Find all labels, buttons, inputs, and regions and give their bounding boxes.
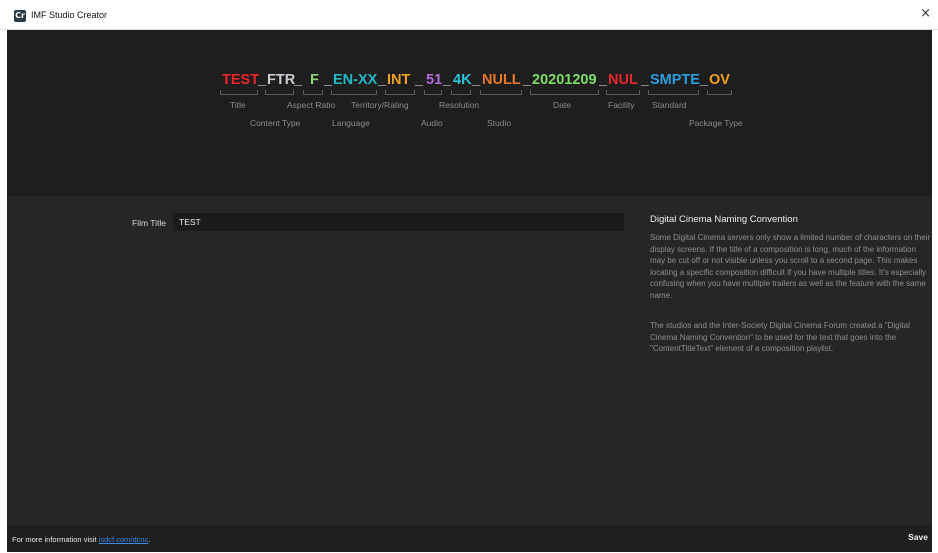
label-language: Language — [332, 118, 370, 128]
footer-info-trailing: . — [148, 535, 151, 544]
label-date: Date — [553, 100, 571, 110]
save-button[interactable]: Save — [908, 532, 928, 542]
segment-content-type: FTR — [267, 72, 296, 88]
segment-package-type: OV — [709, 72, 730, 88]
bracket-studio — [480, 90, 522, 95]
label-studio: Studio — [487, 118, 512, 128]
segment-aspect-ratio: F — [310, 72, 319, 88]
segment-language: EN-XX — [333, 72, 378, 88]
separator: _ — [324, 72, 333, 88]
segment-audio: 51 — [426, 72, 443, 88]
help-paragraph-2: The studios and the Inter-Society Digita… — [650, 321, 910, 354]
bracket-aspect-ratio — [303, 90, 323, 95]
segment-date: 20201209 — [532, 72, 597, 88]
separator: _ — [641, 72, 650, 88]
separator: _ — [700, 72, 709, 88]
close-icon[interactable]: × — [920, 7, 931, 20]
bracket-title — [220, 90, 258, 95]
bracket-package-type — [707, 90, 732, 95]
film-title-label: Film Title — [132, 218, 166, 228]
label-facility: Facility — [608, 100, 635, 110]
separator: _ — [523, 72, 532, 88]
bracket-territory-rating — [385, 90, 415, 95]
app-icon: Cr — [14, 10, 26, 22]
segment-title: TEST — [222, 72, 260, 88]
separator: _ — [258, 72, 267, 88]
label-resolution: Resolution — [439, 100, 480, 110]
label-aspect-ratio: Aspect Ratio — [287, 100, 336, 110]
label-title: Title — [230, 100, 246, 110]
segment-facility: NUL — [608, 72, 638, 88]
separator: _ — [294, 72, 303, 88]
bracket-content-type — [265, 90, 294, 95]
segment-standard: SMPTE — [650, 72, 700, 88]
label-territory-rating: Territory/Rating — [351, 100, 409, 110]
main-window: TEST _ FTR _ F _ EN-XX _ INT _ 51 _ 4K _… — [7, 30, 932, 552]
segment-studio: NULL — [482, 72, 521, 88]
help-title: Digital Cinema Naming Convention — [650, 214, 798, 225]
footer-info: For more information visit isdcf.com/dcn… — [12, 535, 150, 544]
separator: _ — [415, 72, 424, 88]
window-title: IMF Studio Creator — [31, 10, 108, 20]
bracket-language — [331, 90, 377, 95]
bracket-date — [530, 90, 599, 95]
label-audio: Audio — [421, 118, 443, 128]
separator: _ — [443, 72, 452, 88]
isdcf-link[interactable]: isdcf.com/dcnc — [99, 535, 149, 544]
bracket-standard — [648, 90, 699, 95]
segment-resolution: 4K — [453, 72, 472, 88]
separator: _ — [378, 72, 387, 88]
film-title-input[interactable] — [173, 213, 624, 231]
separator: _ — [472, 72, 481, 88]
naming-convention-banner: TEST _ FTR _ F _ EN-XX _ INT _ 51 _ 4K _… — [7, 30, 932, 196]
bracket-audio — [424, 90, 442, 95]
help-paragraph-1: Some Digital Cinema servers only show a … — [650, 233, 931, 300]
label-standard: Standard — [652, 100, 687, 110]
footer-info-text: For more information visit — [12, 535, 99, 544]
bracket-resolution — [451, 90, 471, 95]
segment-territory-rating: INT — [387, 72, 411, 88]
footer-bar: For more information visit isdcf.com/dcn… — [7, 525, 932, 552]
label-package-type: Package Type — [689, 118, 743, 128]
separator: _ — [599, 72, 608, 88]
title-bar: Cr IMF Studio Creator × — [0, 0, 938, 30]
bracket-facility — [606, 90, 640, 95]
label-content-type: Content Type — [250, 118, 301, 128]
